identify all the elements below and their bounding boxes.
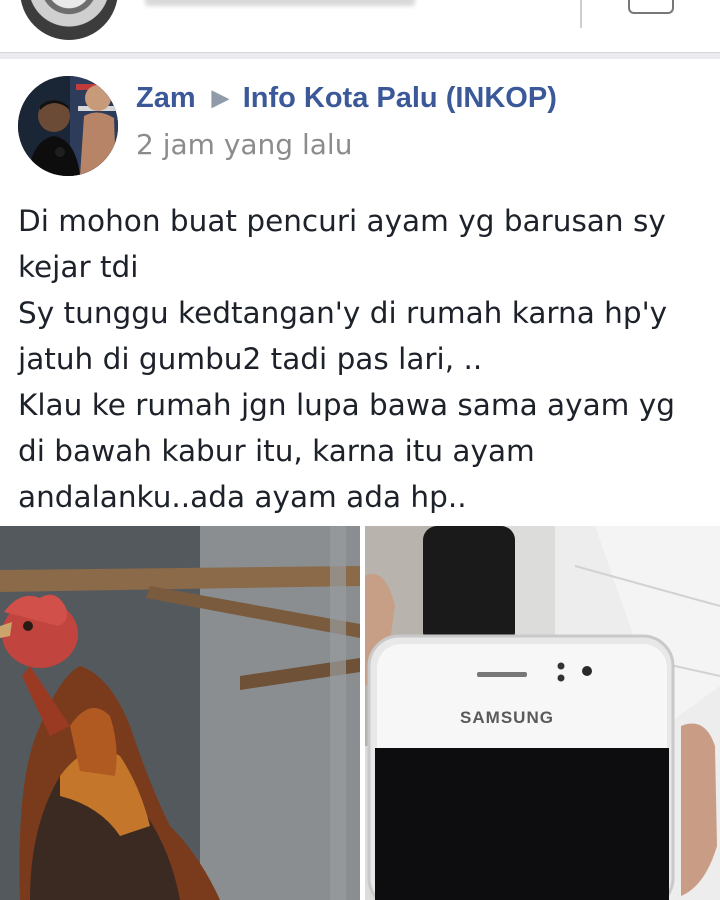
group-name-link[interactable]: Info Kota Palu (INKOP) [243,82,557,114]
post-separator [0,52,720,59]
post-text-line: jatuh di gumbu2 tadi pas lari, .. [18,342,483,376]
previous-post-strip [0,0,720,52]
rooster-image [0,526,360,900]
post-text-line: kejar tdi [18,250,139,284]
post-text-line: andalanku..ada ayam ada hp.. [18,480,467,514]
post-timestamp[interactable]: 2 jam yang lalu [136,128,352,161]
phone-photo[interactable]: SAMSUNG [365,526,720,900]
previous-post-avatar[interactable] [20,0,118,40]
avatar-photo [18,76,118,176]
post-text-line: Klau ke rumah jgn lupa bawa sama ayam yg [18,388,675,422]
right-triangle-icon: ▶ [211,85,229,110]
phone-brand-logo: SAMSUNG [460,708,554,727]
message-icon[interactable] [628,0,674,14]
divider [580,0,582,28]
phone-image: SAMSUNG [365,526,720,900]
author-name-link[interactable]: Zam [136,82,196,114]
post-text-line: di bawah kabur itu, karna itu ayam [18,434,535,468]
post-author-line: Zam ▶ Info Kota Palu (INKOP) [136,82,557,115]
post-text-line: Sy tunggu kedtangan'y di rumah karna hp'… [18,296,668,330]
post-text: Di mohon buat pencuri ayam yg barusan sy… [18,198,708,520]
post-text-line: Di mohon buat pencuri ayam yg barusan sy [18,204,666,238]
rooster-photo[interactable] [0,526,360,900]
author-avatar[interactable] [18,76,118,176]
previous-post-name-blurred [145,0,415,6]
